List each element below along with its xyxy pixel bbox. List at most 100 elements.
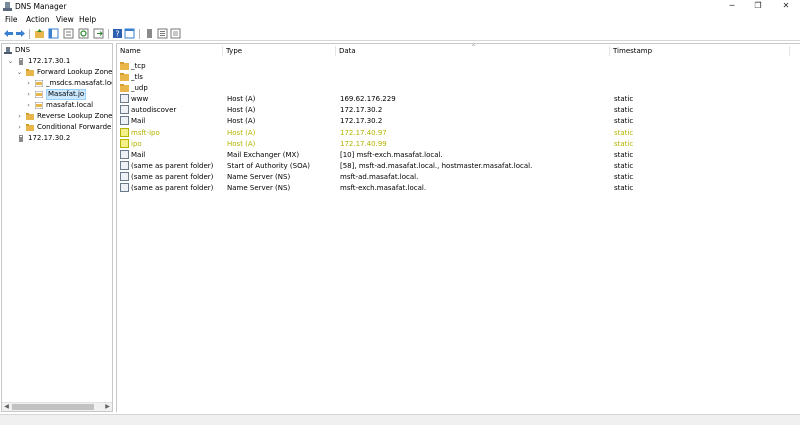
cell-data: 172.17.30.2 (340, 106, 383, 114)
up-folder-icon[interactable] (34, 28, 45, 39)
chevron-down-icon[interactable]: ⌄ (7, 56, 14, 67)
table-row[interactable]: (same as parent folder) Name Server (NS)… (117, 171, 800, 182)
cell-name: _tcp (131, 62, 146, 70)
table-row[interactable]: (same as parent folder) Start of Authori… (117, 160, 800, 171)
table-row[interactable]: _tcp (117, 60, 800, 71)
cell-name: _tls (131, 73, 143, 81)
record-icon (120, 161, 129, 170)
record-icon (120, 128, 129, 137)
cell-timestamp: static (614, 95, 634, 103)
svg-text:?: ? (115, 30, 119, 39)
console-tree[interactable]: DNS ⌄ 172.17.30.1 ⌄ Forward Lookup Zones… (1, 43, 113, 412)
record-icon (120, 116, 129, 125)
table-row[interactable]: msft-ipo Host (A) 172.17.40.97 static (117, 127, 800, 138)
cell-type: Host (A) (227, 140, 256, 148)
zone-icon (35, 91, 43, 98)
chevron-right-icon[interactable]: › (25, 89, 32, 100)
table-row[interactable]: autodiscover Host (A) 172.17.30.2 static (117, 104, 800, 115)
list-view-icon[interactable] (157, 28, 168, 39)
folder-icon (120, 84, 129, 92)
cell-data: 172.17.40.99 (340, 140, 387, 148)
cell-name: (same as parent folder) (131, 184, 214, 192)
table-row[interactable]: ipo Host (A) 172.17.40.99 static (117, 138, 800, 149)
server-icon (19, 58, 23, 65)
cell-timestamp: static (614, 117, 634, 125)
chevron-down-icon[interactable]: ⌄ (16, 67, 23, 78)
status-bar (0, 414, 800, 425)
chevron-right-icon[interactable]: › (25, 100, 32, 111)
chevron-right-icon[interactable]: › (25, 78, 32, 89)
scroll-right-icon[interactable]: ▶ (103, 403, 112, 411)
filter-view-icon[interactable] (170, 28, 181, 39)
cell-name: Mail (131, 151, 146, 159)
cell-name: _udp (131, 84, 148, 92)
table-row[interactable]: _tls (117, 71, 800, 82)
menu-help[interactable]: Help (79, 15, 96, 24)
cell-timestamp: static (614, 151, 634, 159)
column-header-type[interactable]: Type (223, 46, 336, 56)
cell-type: Host (A) (227, 129, 256, 137)
folder-icon (120, 62, 129, 70)
cell-timestamp: static (614, 129, 634, 137)
record-icon (120, 172, 129, 181)
cell-type: Host (A) (227, 95, 256, 103)
cell-type: Host (A) (227, 106, 256, 114)
chevron-right-icon[interactable]: › (16, 111, 23, 122)
cell-type: Mail Exchanger (MX) (227, 151, 300, 159)
refresh-icon[interactable] (78, 28, 89, 39)
properties-icon[interactable] (63, 28, 74, 39)
folder-icon (26, 124, 34, 131)
cell-timestamp: static (614, 184, 634, 192)
export-list-icon[interactable] (93, 28, 104, 39)
scroll-thumb[interactable] (12, 404, 94, 410)
title-bar: DNS Manager ─ ❐ ✕ (0, 0, 800, 13)
cell-data: 172.17.40.97 (340, 129, 387, 137)
cell-timestamp: static (614, 106, 634, 114)
column-header-timestamp[interactable]: Timestamp (610, 46, 790, 56)
action-pane-icon[interactable] (124, 28, 135, 39)
record-icon (120, 94, 129, 103)
table-row[interactable]: Mail Mail Exchanger (MX) [10] msft-exch.… (117, 149, 800, 160)
table-row[interactable]: (same as parent folder) Name Server (NS)… (117, 182, 800, 193)
cell-name: autodiscover (131, 106, 177, 114)
tree-horizontal-scrollbar[interactable]: ◀ ▶ (2, 402, 112, 411)
scroll-left-icon[interactable]: ◀ (2, 403, 11, 411)
forward-arrow-icon[interactable] (15, 28, 26, 39)
toolbar-separator (108, 29, 109, 39)
cell-data: 169.62.176.229 (340, 95, 396, 103)
cell-data: [10] msft-exch.masafat.local. (340, 151, 443, 159)
menu-file[interactable]: File (5, 15, 18, 24)
folder-icon (26, 69, 34, 76)
dns-manager-icon (3, 2, 12, 11)
zone-icon (35, 102, 43, 109)
table-row[interactable]: www Host (A) 169.62.176.229 static (117, 93, 800, 104)
cell-name: msft-ipo (131, 129, 160, 137)
toolbar-separator (139, 29, 140, 39)
help-icon[interactable]: ? (112, 28, 123, 39)
record-icon (120, 183, 129, 192)
menu-view[interactable]: View (56, 15, 74, 24)
cell-timestamp: static (614, 162, 634, 170)
minimize-button[interactable]: ─ (722, 0, 742, 13)
back-arrow-icon[interactable] (3, 28, 14, 39)
cell-data: [58], msft-ad.masafat.local., hostmaster… (340, 162, 533, 170)
server-list-icon[interactable] (144, 28, 155, 39)
table-row[interactable]: _udp (117, 82, 800, 93)
maximize-button[interactable]: ❐ (748, 0, 768, 13)
records-list[interactable]: ^ Name Type Data Timestamp _tcp _tls _ud… (116, 43, 800, 412)
column-header-name[interactable]: Name (117, 46, 223, 56)
close-button[interactable]: ✕ (776, 0, 796, 13)
cell-type: Name Server (NS) (227, 184, 291, 192)
cell-name: www (131, 95, 149, 103)
menu-action[interactable]: Action (26, 15, 50, 24)
cell-data: msft-exch.masafat.local. (340, 184, 427, 192)
folder-icon (120, 73, 129, 81)
table-row[interactable]: Mail Host (A) 172.17.30.2 static (117, 115, 800, 126)
chevron-right-icon[interactable]: › (16, 122, 23, 133)
column-header-data[interactable]: Data (336, 46, 610, 56)
cell-name: (same as parent folder) (131, 173, 214, 181)
show-hide-tree-icon[interactable] (48, 28, 59, 39)
cell-type: Host (A) (227, 117, 256, 125)
cell-data: 172.17.30.2 (340, 117, 383, 125)
window-title: DNS Manager (15, 2, 67, 11)
